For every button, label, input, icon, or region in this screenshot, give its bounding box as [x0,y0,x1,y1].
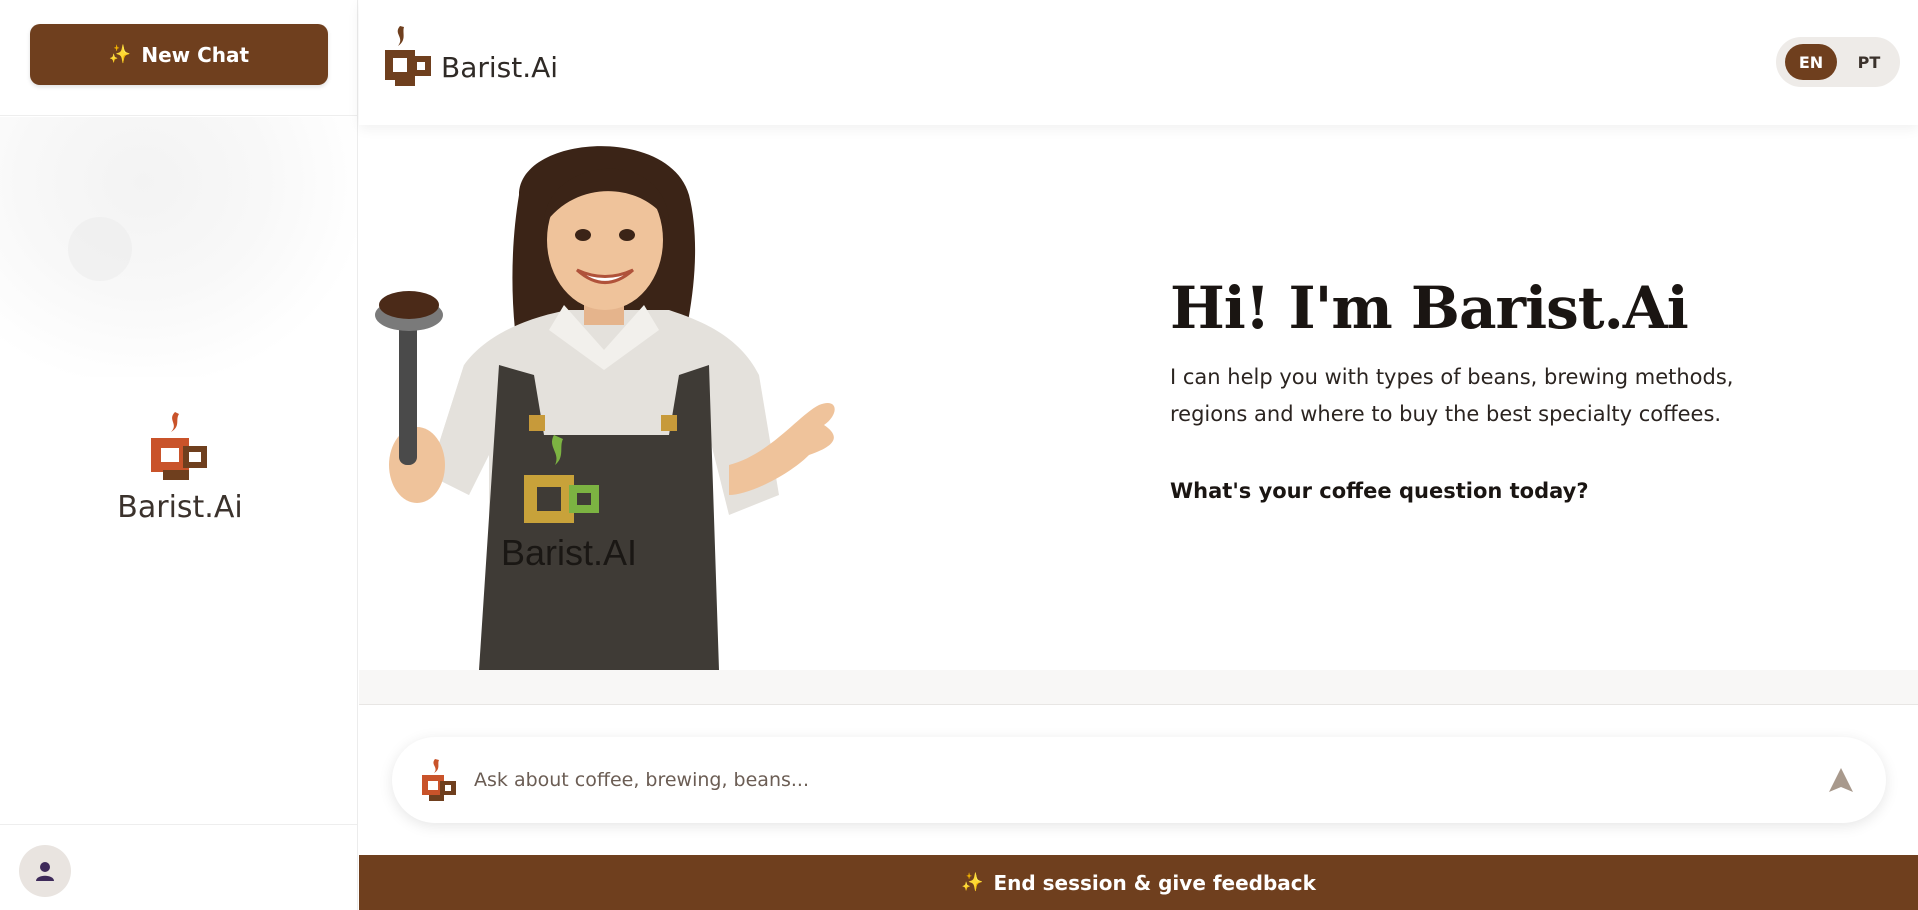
barist-logo-icon [422,759,456,801]
sidebar-header: ✨ New Chat [0,0,357,116]
barista-illustration: Barist.AI [375,146,835,670]
sparkles-icon: ✨ [108,44,132,65]
new-chat-label: New Chat [141,42,250,67]
language-pt-button[interactable]: PT [1851,44,1887,80]
send-arrow-icon [1829,768,1853,792]
apron-text: Barist.AI [501,532,637,573]
barist-logo-icon [385,26,431,86]
sidebar-brand: Barist.Ai [110,408,250,525]
chat-composer [392,737,1886,823]
user-avatar-button[interactable] [19,845,71,897]
background-cup-decoration [68,217,132,281]
hero-text: Hi! I'm Barist.Ai I can help you with ty… [1170,274,1770,503]
send-button[interactable] [1824,763,1858,797]
sparkles-icon: ✨ [961,872,984,893]
chat-input[interactable] [474,769,1824,791]
top-bar: Barist.Ai EN PT [359,0,1918,125]
end-session-feedback-button[interactable]: ✨ End session & give feedback [359,855,1918,910]
new-chat-button[interactable]: ✨ New Chat [30,24,328,85]
header-brand-name: Barist.Ai [441,51,559,84]
sidebar-brand-name: Barist.Ai [117,490,243,525]
hero-title: Hi! I'm Barist.Ai [1170,274,1689,342]
language-en-button[interactable]: EN [1785,44,1837,80]
welcome-hero: Barist.AI Hi! I'm Barist.Ai I can help y… [359,125,1918,670]
chat-history-area [0,117,357,377]
user-icon [36,862,54,881]
sidebar-footer [0,824,357,910]
header-brand[interactable]: Barist.Ai [383,24,558,88]
hero-description: I can help you with types of beans, brew… [1170,364,1734,426]
feedback-label: End session & give feedback [993,870,1316,895]
main-panel: Barist.Ai EN PT Barist.AI Hi! I'm Barist… [359,0,1918,910]
language-toggle: EN PT [1776,37,1900,87]
sidebar: ✨ New Chat Barist.Ai [0,0,358,910]
barist-logo-icon [151,412,207,480]
hero-divider [359,670,1918,705]
hero-question: What's your coffee question today? [1170,478,1589,503]
